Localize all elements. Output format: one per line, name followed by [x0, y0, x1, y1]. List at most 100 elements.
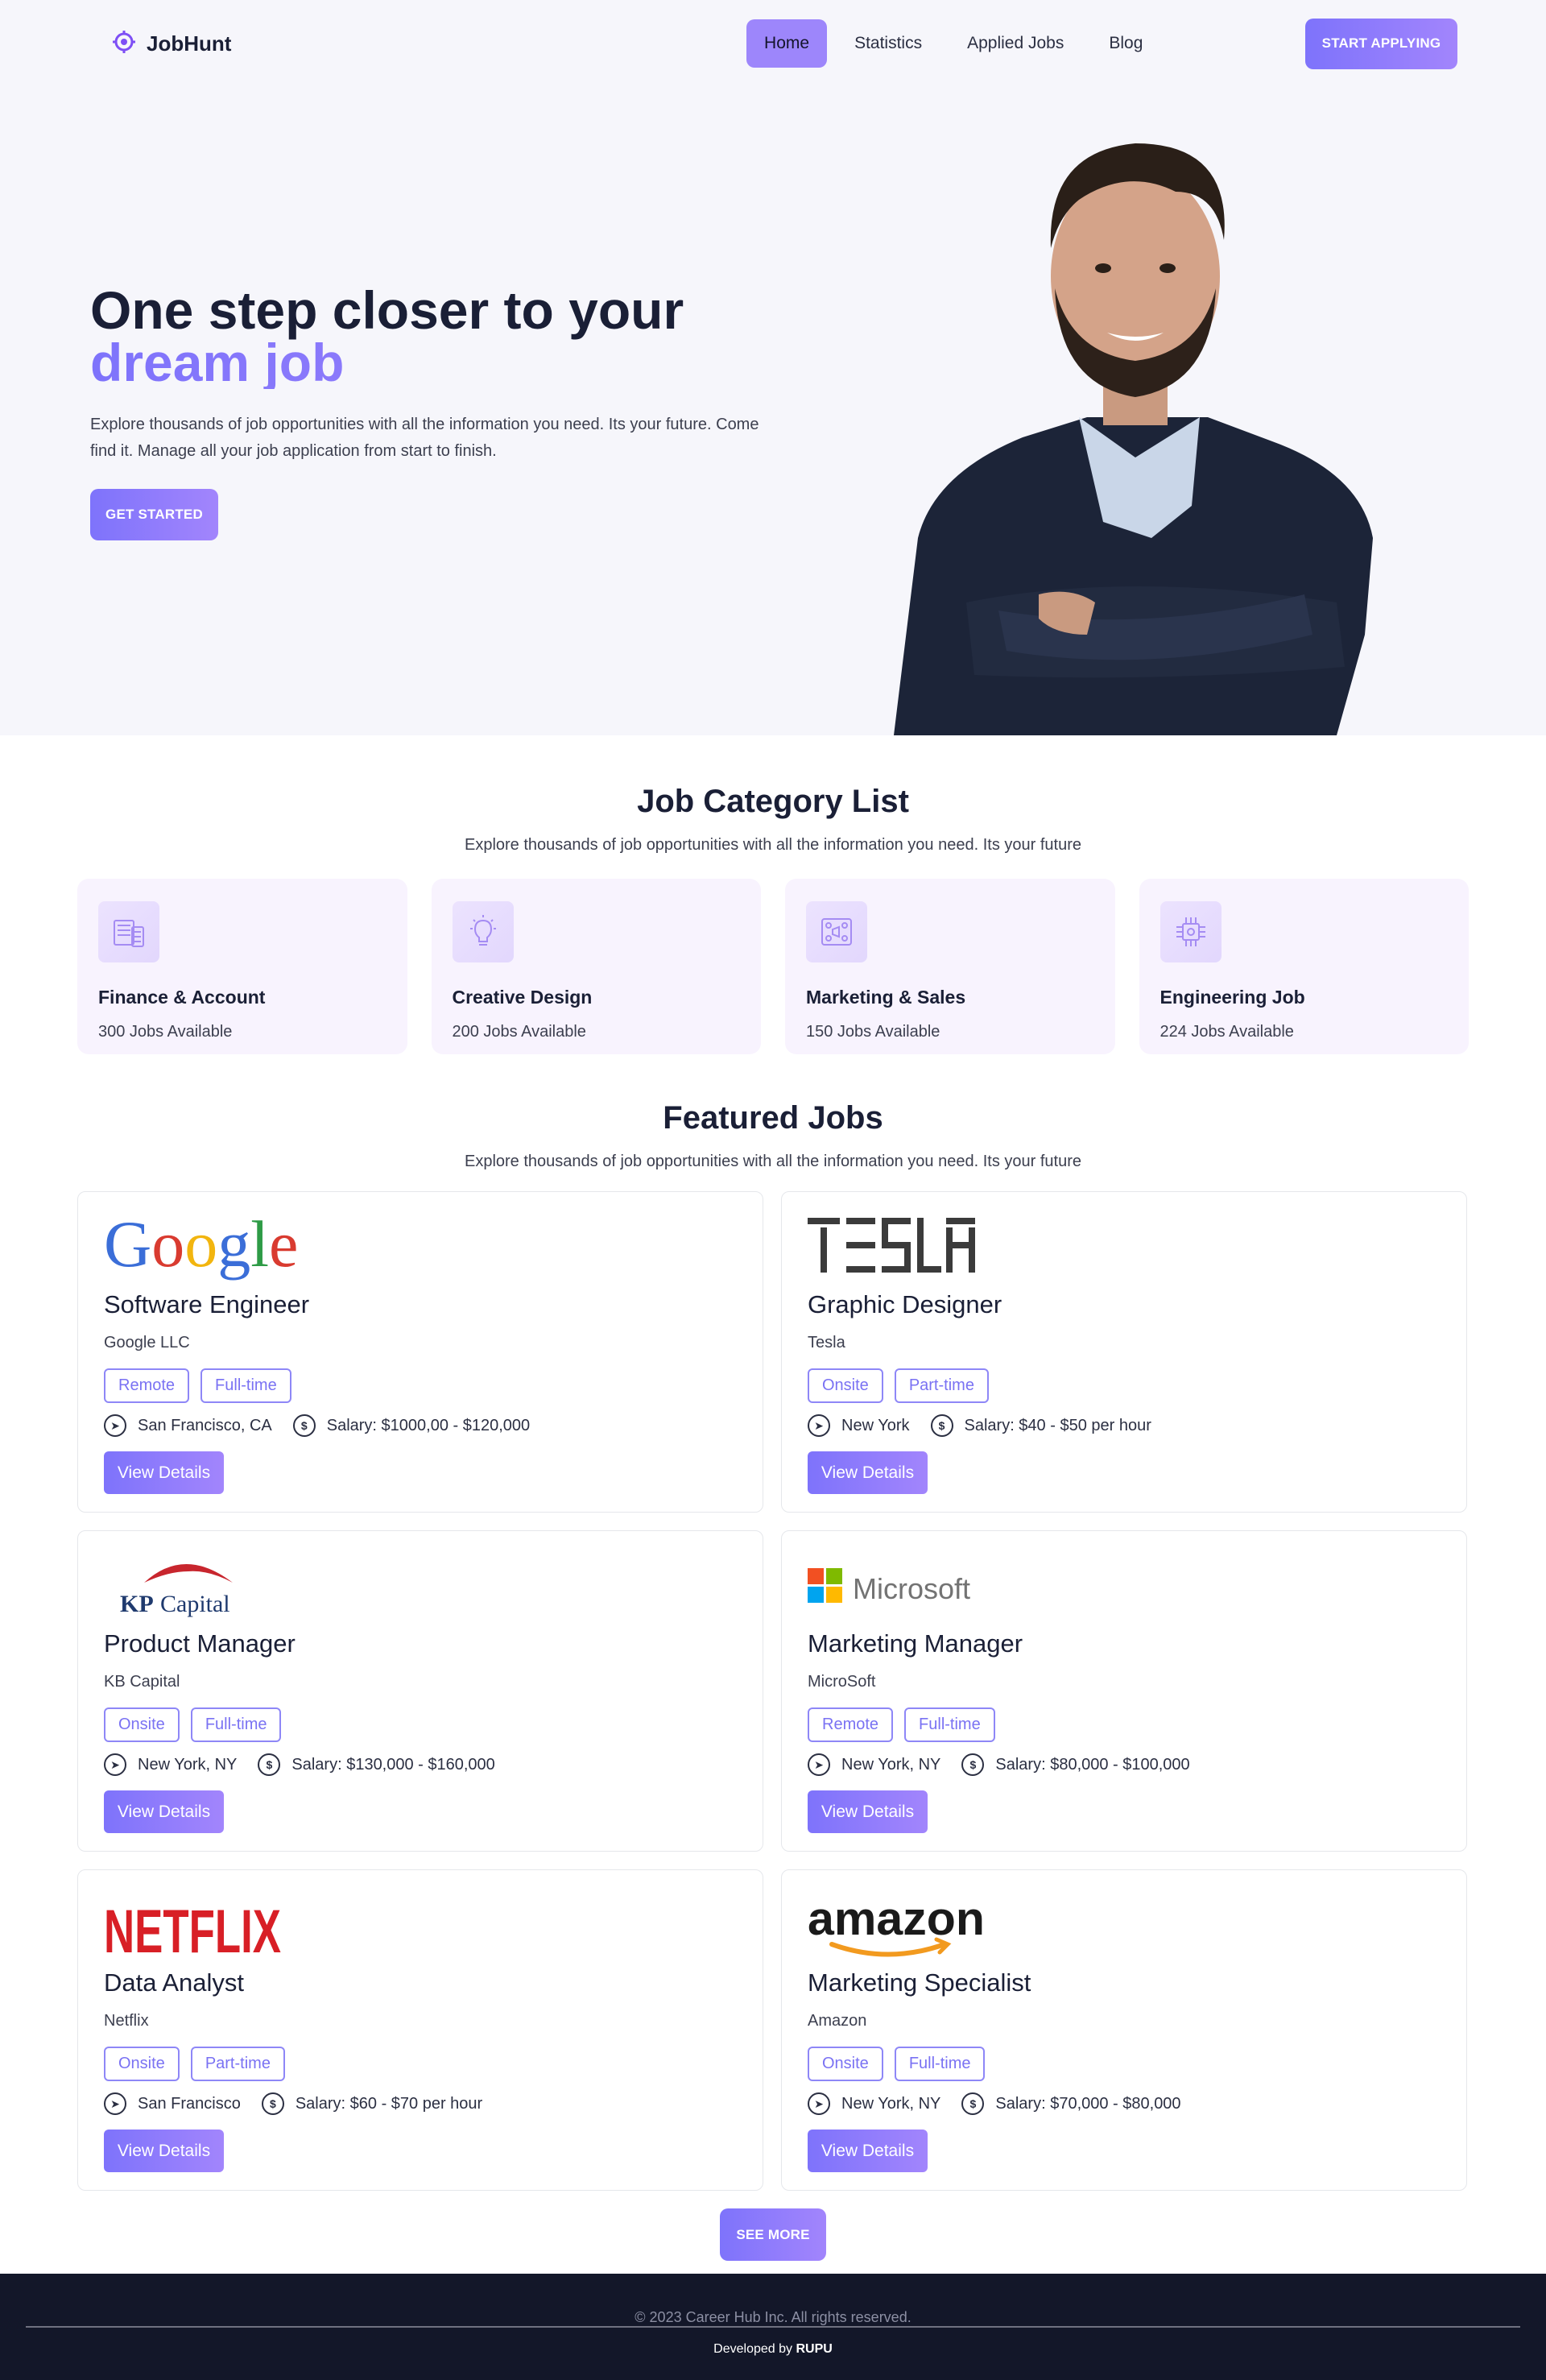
view-details-button[interactable]: View Details [104, 2130, 224, 2172]
view-details-button[interactable]: View Details [808, 1790, 928, 1833]
amazon-logo: amazon [808, 1888, 1441, 1960]
job-tags: Remote Full-time [104, 1368, 737, 1403]
job-salary: $ Salary: $1000,00 - $120,000 [292, 1414, 531, 1437]
job-title[interactable]: Graphic Designer [808, 1290, 1441, 1319]
category-count: 150 Jobs Available [806, 1023, 940, 1041]
job-tag: Full-time [904, 1707, 995, 1742]
view-details-button[interactable]: View Details [104, 1790, 224, 1833]
microsoft-logo: Microsoft [808, 1549, 1441, 1621]
category-card-engineering[interactable]: Engineering Job 224 Jobs Available [1139, 879, 1469, 1054]
job-card: NETFLIX Data Analyst Netflix Onsite Part… [77, 1869, 763, 2191]
category-section-subtitle: Explore thousands of job opportunities w… [464, 836, 1081, 854]
dollar-icon: $ [292, 1414, 316, 1437]
footer-copyright: © 2023 Career Hub Inc. All rights reserv… [635, 2309, 911, 2325]
job-location: ➤ New York, NY [808, 2092, 940, 2115]
job-meta: ➤ New York, NY $ Salary: $130,000 - $160… [104, 1753, 737, 1776]
job-card: Graphic Designer Tesla Onsite Part-time … [781, 1191, 1467, 1513]
job-tag: Part-time [894, 1368, 989, 1403]
featured-jobs-section: Featured Jobs Explore thousands of job o… [0, 1054, 1546, 2261]
job-card: amazon Marketing Specialist Amazon Onsit… [781, 1869, 1467, 2191]
nav-applied-jobs[interactable]: Applied Jobs [949, 19, 1081, 68]
job-salary-text: Salary: $70,000 - $80,000 [995, 2094, 1181, 2113]
view-details-button[interactable]: View Details [808, 2130, 928, 2172]
job-tag: Onsite [104, 1707, 180, 1742]
featured-section-title: Featured Jobs [663, 1100, 883, 1136]
category-card-marketing[interactable]: Marketing & Sales 150 Jobs Available [785, 879, 1115, 1054]
view-details-button[interactable]: View Details [808, 1451, 928, 1494]
job-salary: $ Salary: $80,000 - $100,000 [961, 1753, 1190, 1776]
job-location-text: New York, NY [841, 2094, 941, 2113]
job-category-section: Job Category List Explore thousands of j… [0, 735, 1546, 1054]
job-company: Tesla [808, 1334, 845, 1351]
nav-home[interactable]: Home [746, 19, 828, 68]
job-salary: $ Salary: $70,000 - $80,000 [961, 2092, 1181, 2115]
job-card: Google Software Engineer Google LLC Remo… [77, 1191, 763, 1513]
job-company: Google LLC [104, 1334, 190, 1351]
svg-text:Microsoft: Microsoft [853, 1572, 970, 1605]
get-started-button[interactable]: GET STARTED [90, 489, 218, 540]
job-title[interactable]: Marketing Manager [808, 1629, 1441, 1658]
job-tag: Full-time [190, 1707, 282, 1742]
job-title[interactable]: Data Analyst [104, 1968, 737, 1997]
nav-blog[interactable]: Blog [1091, 19, 1160, 68]
location-arrow-icon: ➤ [808, 1414, 830, 1437]
job-meta: ➤ New York, NY $ Salary: $80,000 - $100,… [808, 1753, 1441, 1776]
job-tag: Remote [808, 1707, 894, 1742]
category-name: Creative Design [452, 987, 593, 1008]
job-location-text: New York, NY [841, 1755, 941, 1774]
job-location-text: San Francisco, CA [138, 1416, 272, 1434]
job-meta: ➤ New York, NY $ Salary: $70,000 - $80,0… [808, 2092, 1441, 2115]
job-company: Netflix [104, 2012, 149, 2030]
chip-icon [1160, 901, 1222, 962]
job-tag: Onsite [808, 2047, 883, 2081]
marketing-icon [806, 901, 867, 962]
dollar-icon: $ [961, 1753, 985, 1776]
hero-description: Explore thousands of job opportunities w… [90, 416, 759, 460]
job-tags: Onsite Full-time [808, 2047, 1441, 2081]
job-company: MicroSoft [808, 1673, 876, 1691]
job-list: Google Software Engineer Google LLC Remo… [0, 1191, 1546, 2191]
kpcapital-logo: KP Capital [104, 1549, 737, 1621]
category-list: Finance & Account 300 Jobs Available Cre… [0, 879, 1546, 1054]
location-arrow-icon: ➤ [808, 1753, 830, 1776]
job-salary-text: Salary: $80,000 - $100,000 [995, 1755, 1190, 1774]
start-applying-button[interactable]: START APPLYING [1304, 18, 1457, 69]
job-title[interactable]: Marketing Specialist [808, 1968, 1441, 1997]
netflix-logo: NETFLIX [104, 1888, 737, 1960]
job-location: ➤ New York, NY [104, 1753, 237, 1776]
dollar-icon: $ [930, 1414, 953, 1437]
svg-text:KP: KP [120, 1591, 154, 1617]
hero-text: One step closer to your dream job Explor… [90, 284, 815, 540]
job-salary-text: Salary: $130,000 - $160,000 [291, 1755, 495, 1774]
dollar-icon: $ [258, 1753, 281, 1776]
job-tags: Onsite Part-time [104, 2047, 737, 2081]
job-location: ➤ San Francisco, CA [104, 1414, 272, 1437]
hero-person-image [894, 143, 1373, 735]
job-tag: Onsite [808, 1368, 883, 1403]
job-company: KB Capital [104, 1673, 180, 1691]
brand-name: JobHunt [147, 31, 232, 56]
svg-text:Google: Google [104, 1210, 297, 1281]
job-salary-text: Salary: $1000,00 - $120,000 [326, 1416, 531, 1434]
footer-developer-name: RUPU [796, 2342, 833, 2356]
category-card-creative[interactable]: Creative Design 200 Jobs Available [431, 879, 761, 1054]
page: JobHunt Home Statistics Applied Jobs Blo… [0, 0, 1546, 2380]
top-nav: JobHunt Home Statistics Applied Jobs Blo… [0, 0, 1546, 87]
svg-text:amazon: amazon [808, 1893, 985, 1945]
see-more-button[interactable]: SEE MORE [720, 2208, 826, 2261]
brand[interactable]: JobHunt [111, 29, 231, 59]
job-title[interactable]: Product Manager [104, 1629, 737, 1658]
job-tag: Onsite [104, 2047, 180, 2081]
nav-statistics[interactable]: Statistics [837, 19, 940, 68]
category-card-finance[interactable]: Finance & Account 300 Jobs Available [77, 879, 407, 1054]
svg-text:Capital: Capital [160, 1591, 230, 1617]
job-card: Microsoft Marketing Manager MicroSoft Re… [781, 1530, 1467, 1852]
finance-icon [98, 901, 159, 962]
job-title[interactable]: Software Engineer [104, 1290, 737, 1319]
category-count: 300 Jobs Available [98, 1023, 233, 1041]
job-tags: Remote Full-time [808, 1707, 1441, 1742]
view-details-button[interactable]: View Details [104, 1451, 224, 1494]
job-tags: Onsite Part-time [808, 1368, 1441, 1403]
dollar-icon: $ [261, 2092, 284, 2115]
location-arrow-icon: ➤ [104, 1414, 126, 1437]
